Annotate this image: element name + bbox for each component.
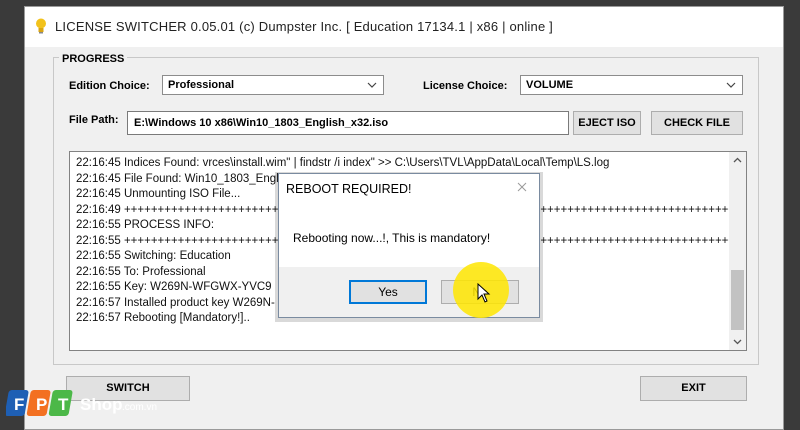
file-path-input[interactable]: E:\Windows 10 x86\Win10_1803_English_x32… bbox=[127, 111, 569, 135]
exit-button[interactable]: EXIT bbox=[640, 376, 747, 401]
title-bar[interactable]: LICENSE SWITCHER 0.05.01 (c) Dumpster In… bbox=[25, 7, 783, 47]
fpt-shop-logo: F P T Shop .com.vn bbox=[6, 390, 157, 416]
edition-choice-value: Professional bbox=[168, 79, 235, 91]
scroll-thumb[interactable] bbox=[731, 270, 744, 330]
svg-text:P: P bbox=[36, 395, 47, 414]
license-choice-value: VOLUME bbox=[526, 79, 574, 91]
svg-text:T: T bbox=[58, 395, 69, 414]
file-path-label: File Path: bbox=[69, 114, 119, 126]
svg-text:Shop: Shop bbox=[80, 395, 123, 414]
log-scrollbar[interactable] bbox=[729, 152, 746, 350]
window-title: LICENSE SWITCHER 0.05.01 (c) Dumpster In… bbox=[55, 19, 553, 34]
edition-choice-dropdown[interactable]: Professional bbox=[162, 75, 384, 95]
scroll-down-arrow-icon[interactable] bbox=[729, 333, 746, 350]
close-icon[interactable] bbox=[515, 180, 529, 194]
license-choice-dropdown[interactable]: VOLUME bbox=[520, 75, 743, 95]
scroll-up-arrow-icon[interactable] bbox=[729, 152, 746, 169]
chevron-down-icon bbox=[726, 82, 736, 88]
chevron-down-icon bbox=[367, 82, 377, 88]
license-choice-label: License Choice: bbox=[423, 80, 508, 92]
dialog-title: REBOOT REQUIRED! bbox=[286, 182, 412, 196]
mouse-cursor-icon bbox=[477, 283, 491, 303]
progress-group-label: PROGRESS bbox=[59, 53, 128, 65]
svg-text:F: F bbox=[14, 395, 24, 414]
lightbulb-icon bbox=[36, 18, 46, 34]
check-file-button[interactable]: CHECK FILE bbox=[651, 111, 743, 135]
log-line: 22:16:45 Indices Found: vrces\install.wi… bbox=[76, 157, 610, 169]
dialog-message: Rebooting now...!, This is mandatory! bbox=[293, 231, 491, 245]
yes-button[interactable]: Yes bbox=[349, 280, 427, 304]
edition-choice-label: Edition Choice: bbox=[69, 80, 150, 92]
svg-text:.com.vn: .com.vn bbox=[122, 402, 157, 413]
eject-iso-button[interactable]: EJECT ISO bbox=[573, 111, 641, 135]
